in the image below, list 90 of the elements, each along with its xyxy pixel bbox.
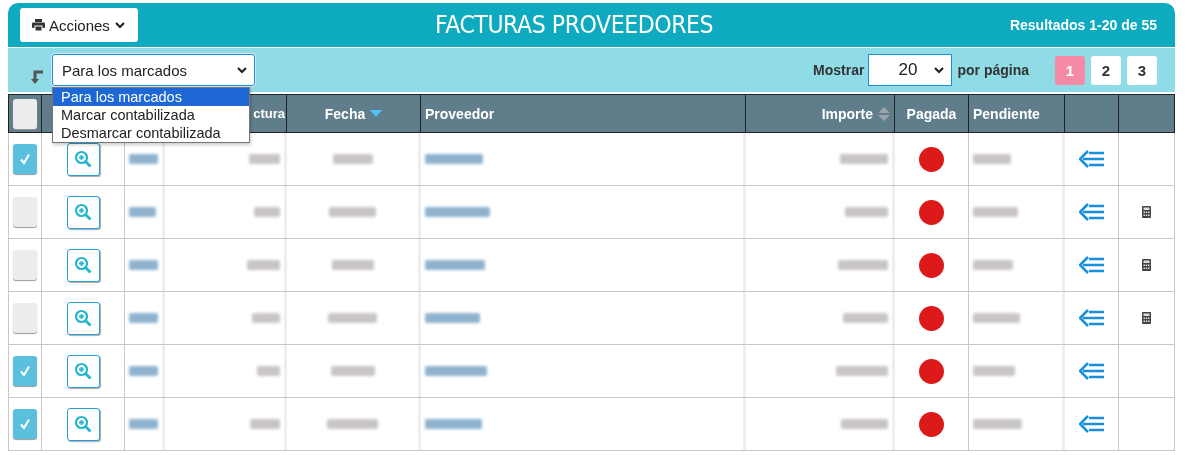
blurred-text [327,419,378,429]
column-header[interactable]: Importe [821,105,873,122]
zoom-in-icon [74,256,92,274]
checkmark-icon [19,418,31,430]
dropdown-option[interactable]: Desmarcar contabilizada [53,124,249,142]
blurred-text [257,366,280,376]
calculator-icon[interactable] [1142,259,1151,271]
results-count: Resultados 1-20 de 55 [1009,17,1157,33]
chevron-down-icon [933,64,946,76]
zoom-button[interactable] [66,248,100,282]
row-checkbox[interactable] [13,409,37,439]
blurred-text [973,419,1022,429]
actions-button[interactable]: Acciones [20,8,138,42]
zoom-in-icon [74,415,92,433]
column-header[interactable]: Pendiente [973,105,1040,122]
blurred-text [425,419,482,429]
page-button[interactable]: 2 [1091,55,1121,85]
chevron-down-icon [236,64,248,76]
row-checkbox[interactable] [13,144,37,174]
blurred-text [252,313,280,323]
blurred-text [973,207,1018,217]
blurred-text [838,260,888,270]
zoom-in-icon [74,150,92,168]
zoom-in-icon [74,362,92,380]
blurred-text [329,207,376,217]
blurred-text [254,207,280,217]
blurred-text [330,366,375,376]
blurred-text [973,366,1015,376]
zoom-button[interactable] [66,195,100,229]
blurred-text [425,260,485,270]
blurred-text [973,154,1011,164]
blurred-text [425,207,490,217]
page-title: FACTURAS PROVEEDORES [433,11,714,39]
arrow-list-icon[interactable] [1078,309,1105,327]
row-checkbox[interactable] [13,197,37,227]
corner-arrow-icon [30,70,44,84]
column-header[interactable]: Fecha [324,105,366,122]
bulk-action-select[interactable]: Para los marcados [52,54,255,86]
blurred-text [843,313,888,323]
row-checkbox[interactable] [13,250,37,280]
column-header[interactable]: Proveedor [425,105,495,122]
arrow-list-icon[interactable] [1078,150,1105,168]
blurred-text [129,207,156,217]
select-all-checkbox[interactable] [13,98,37,129]
checkmark-icon [19,153,31,165]
blurred-text [425,366,487,376]
zoom-button[interactable] [66,354,100,388]
printer-icon [32,19,45,31]
blurred-text [249,154,280,164]
column-header[interactable]: Pagada [906,105,957,122]
arrow-list-icon[interactable] [1078,256,1105,274]
calculator-icon[interactable] [1142,312,1151,324]
column-header[interactable]: ctura [253,106,285,121]
page-button[interactable]: 3 [1127,55,1157,85]
blurred-text [247,260,280,270]
dropdown-option[interactable]: Marcar contabilizada [53,106,249,124]
blurred-text [841,419,888,429]
blurred-text [836,366,888,376]
blurred-text [840,154,888,164]
page-size-label: Mostrar [813,62,865,78]
blurred-text [129,313,158,323]
page-size-select[interactable]: 20 [868,54,953,86]
dropdown-option[interactable]: Para los marcados [53,88,249,106]
zoom-button[interactable] [66,301,100,335]
calculator-icon[interactable] [1142,206,1151,218]
blurred-text [425,154,483,164]
chevron-down-icon [113,19,126,31]
page-size-suffix: por página [957,62,1029,78]
checkmark-icon [19,365,31,377]
row-checkbox[interactable] [13,303,37,333]
row-checkbox[interactable] [13,356,37,386]
blurred-text [129,366,158,376]
blurred-text [331,260,374,270]
blurred-text [973,260,1013,270]
zoom-button[interactable] [66,142,100,176]
blurred-text [973,313,1020,323]
zoom-in-icon [74,203,92,221]
arrow-list-icon[interactable] [1078,415,1105,433]
blurred-text [129,260,158,270]
zoom-button[interactable] [66,407,100,441]
arrow-list-icon[interactable] [1078,203,1105,221]
blurred-text [425,313,480,323]
blurred-text [332,154,373,164]
zoom-in-icon [74,309,92,327]
blurred-text [845,207,888,217]
arrow-list-icon[interactable] [1078,362,1105,380]
blurred-text [328,313,377,323]
blurred-text [250,419,280,429]
blurred-text [129,154,158,164]
blurred-text [129,419,158,429]
